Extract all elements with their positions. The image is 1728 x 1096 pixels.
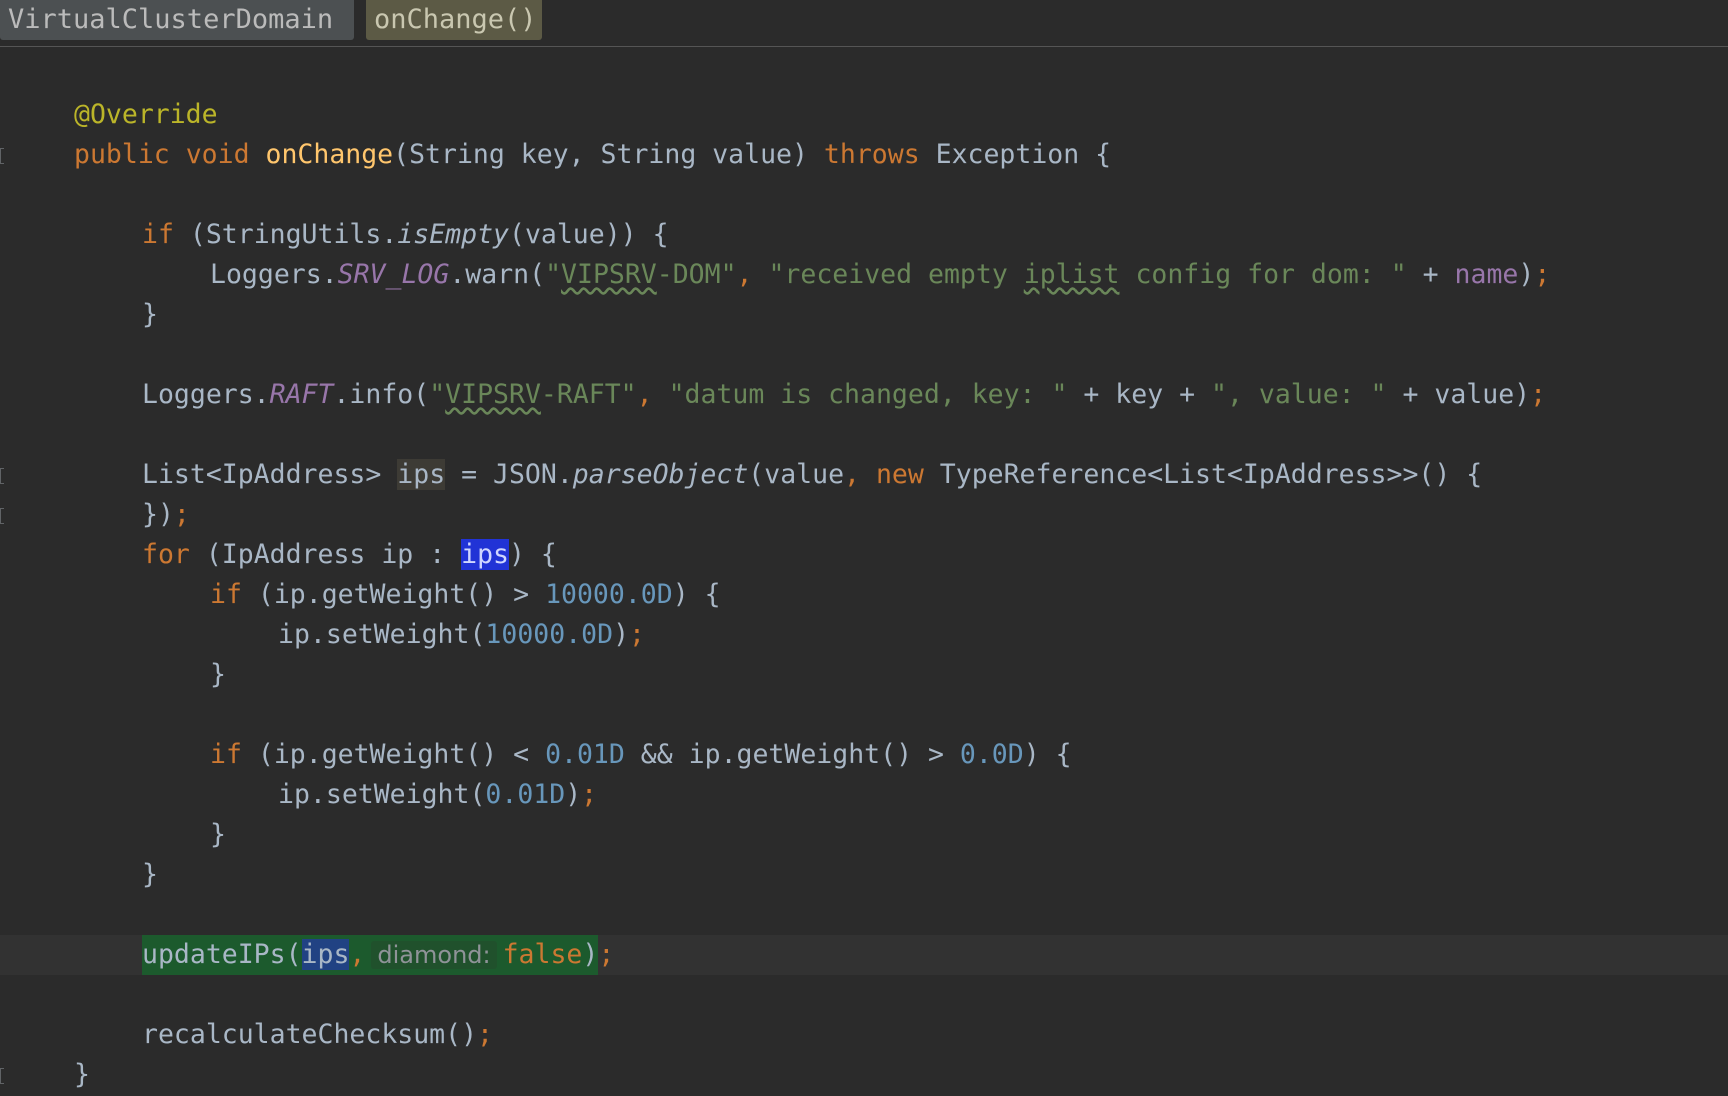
- parameter-hint: diamond:: [371, 941, 497, 969]
- variable-ips[interactable]: ips: [397, 459, 446, 490]
- code-line-close: }: [210, 819, 226, 850]
- fold-marker-icon[interactable]: [0, 508, 4, 524]
- code-line-close: }: [142, 299, 158, 330]
- code-line-if-max: if (ip.getWeight() > 10000.0D) {: [210, 579, 721, 610]
- code-line-close: }: [142, 859, 158, 890]
- method-name: onChange: [265, 139, 394, 170]
- typo-marker: VIPSRV: [445, 379, 541, 410]
- selected-text[interactable]: ips: [461, 539, 509, 570]
- template-highlight: updateIPs(ips, diamond: false): [142, 935, 599, 975]
- code-line-signature: public void onChange(String key, String …: [0, 135, 1728, 175]
- breadcrumb-method[interactable]: onChange(): [366, 0, 542, 40]
- code-line-update-ips: updateIPs(ips, diamond: false);: [0, 935, 1728, 975]
- code-line-close: }: [210, 659, 226, 690]
- fold-marker-icon[interactable]: [0, 468, 4, 484]
- code-line-list-close: });: [0, 495, 1728, 535]
- code-line-annotation: @Override: [0, 95, 1728, 135]
- code-line-if-empty: if (StringUtils.isEmpty(value)) {: [142, 219, 669, 250]
- fold-marker-icon[interactable]: [0, 148, 4, 164]
- code-line-warn: Loggers.SRV_LOG.warn("VIPSRV-DOM", "rece…: [210, 259, 1551, 290]
- code-line-if-min: if (ip.getWeight() < 0.01D && ip.getWeig…: [210, 739, 1072, 770]
- breadcrumb-class[interactable]: VirtualClusterDomain: [0, 0, 354, 40]
- typo-marker: VIPSRV: [561, 259, 657, 290]
- code-line-close: }: [0, 1055, 1728, 1095]
- code-line-list: List<IpAddress> ips = JSON.parseObject(v…: [0, 455, 1728, 495]
- annotation-token: @Override: [74, 99, 218, 130]
- typo-marker: iplist: [1023, 259, 1120, 290]
- code-line-recalc: recalculateChecksum();: [142, 1019, 494, 1050]
- code-editor[interactable]: @Override public void onChange(String ke…: [0, 47, 1728, 1096]
- code-line-set-min: ip.setWeight(0.01D);: [278, 779, 598, 810]
- fold-marker-icon[interactable]: [0, 1068, 4, 1084]
- breadcrumb: VirtualClusterDomain onChange(): [0, 0, 1728, 47]
- code-line-info: Loggers.RAFT.info("VIPSRV-RAFT", "datum …: [142, 379, 1547, 410]
- variable-ips-usage[interactable]: ips: [301, 939, 350, 970]
- code-line-set-max: ip.setWeight(10000.0D);: [278, 619, 645, 650]
- code-line-for: for (IpAddress ip : ips) {: [142, 539, 557, 570]
